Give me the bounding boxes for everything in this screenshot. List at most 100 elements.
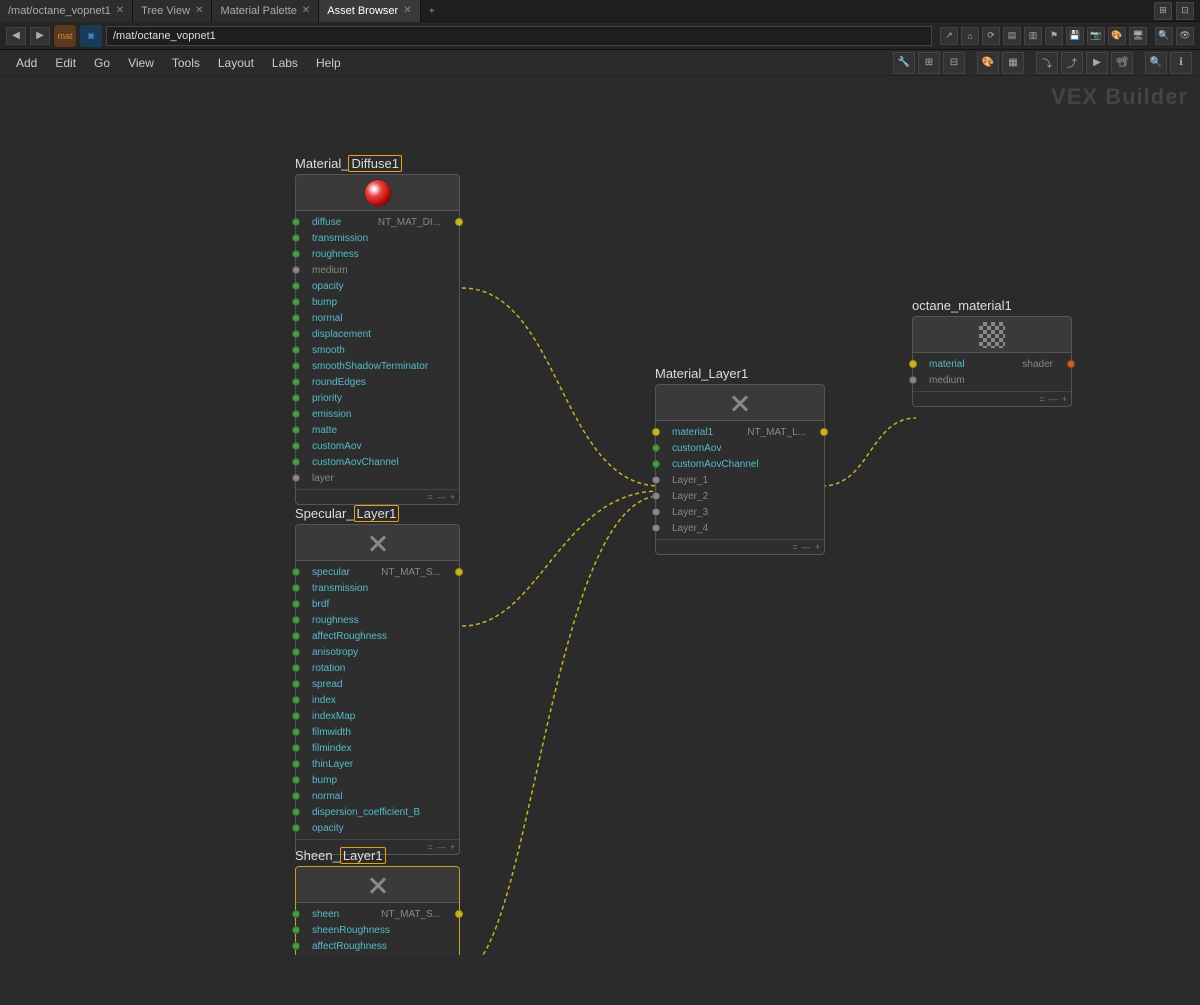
menu-help[interactable]: Help	[308, 54, 349, 72]
tab-treeview[interactable]: Tree View ✕	[133, 0, 212, 22]
display-icon[interactable]: 🖥	[1129, 27, 1147, 45]
port-sheen-affectroughness-left[interactable]	[292, 942, 300, 950]
eye-icon[interactable]: 👁	[1176, 27, 1194, 45]
flag-icon[interactable]: ⚑	[1045, 27, 1063, 45]
menu-add[interactable]: Add	[8, 54, 45, 72]
port-layer2-left[interactable]	[652, 492, 660, 500]
port-roundedges-left[interactable]	[292, 378, 300, 386]
port-spec-transmission-left[interactable]	[292, 584, 300, 592]
tab-vopnet[interactable]: /mat/octane_vopnet1 ✕	[0, 0, 133, 22]
port-om-material-left[interactable]	[909, 360, 917, 368]
port-smooth-left[interactable]	[292, 346, 300, 354]
path-input[interactable]	[106, 26, 932, 46]
search-icon[interactable]: 🔍	[1155, 27, 1173, 45]
port-specular-left[interactable]	[292, 568, 300, 576]
port-ml-customaov-left[interactable]	[652, 444, 660, 452]
menu-go[interactable]: Go	[86, 54, 118, 72]
info-icon[interactable]: ℹ	[1170, 52, 1192, 74]
pin-icon[interactable]: ↗	[940, 27, 958, 45]
menu-view[interactable]: View	[120, 54, 162, 72]
wrench-icon[interactable]: 🔧	[893, 52, 915, 74]
port-customaov-left[interactable]	[292, 442, 300, 450]
network-icon[interactable]: ⊞	[918, 52, 940, 74]
ml-footer-minus[interactable]: —	[802, 542, 811, 552]
tab-add-button[interactable]: +	[421, 5, 443, 17]
tab-materialpalette-close[interactable]: ✕	[302, 5, 310, 16]
port-filmindex-left[interactable]	[292, 744, 300, 752]
port-smoothshadow-left[interactable]	[292, 362, 300, 370]
network-view-icon[interactable]: ⊞	[1154, 2, 1172, 20]
port-sheen-right[interactable]	[455, 910, 463, 918]
menu-labs[interactable]: Labs	[264, 54, 306, 72]
port-emission-left[interactable]	[292, 410, 300, 418]
port-brdf-left[interactable]	[292, 600, 300, 608]
port-layer3-left[interactable]	[652, 508, 660, 516]
port-diffuse-left[interactable]	[292, 218, 300, 226]
port-spread-left[interactable]	[292, 680, 300, 688]
port-layer4-left[interactable]	[652, 524, 660, 532]
spec-footer-plus[interactable]: +	[450, 842, 455, 852]
port-anisotropy-left[interactable]	[292, 648, 300, 656]
footer-eq[interactable]: =	[427, 492, 432, 502]
spec-footer-eq[interactable]: =	[427, 842, 432, 852]
port-spec-opacity-left[interactable]	[292, 824, 300, 832]
port-normal-left[interactable]	[292, 314, 300, 322]
port-sheen-left[interactable]	[292, 910, 300, 918]
grid-icon[interactable]: ▤	[1003, 27, 1021, 45]
spec-footer-minus[interactable]: —	[437, 842, 446, 852]
footer-minus[interactable]: —	[437, 492, 446, 502]
port-opacity-left[interactable]	[292, 282, 300, 290]
snapshot-icon[interactable]: 📷	[1087, 27, 1105, 45]
port-affectroughness-left[interactable]	[292, 632, 300, 640]
back-button[interactable]: ◀	[6, 27, 26, 45]
port-material1-right[interactable]	[820, 428, 828, 436]
tab-materialpalette[interactable]: Material Palette ✕	[212, 0, 319, 22]
port-filmwidth-left[interactable]	[292, 728, 300, 736]
port-transmission-left[interactable]	[292, 234, 300, 242]
port-diffuse-right[interactable]	[455, 218, 463, 226]
menu-layout[interactable]: Layout	[210, 54, 262, 72]
grid2-icon[interactable]: ⊟	[943, 52, 965, 74]
forward-button[interactable]: ▶	[30, 27, 50, 45]
port-specular-right[interactable]	[455, 568, 463, 576]
footer-plus[interactable]: +	[450, 492, 455, 502]
menu-edit[interactable]: Edit	[47, 54, 84, 72]
port-spec-bump-left[interactable]	[292, 776, 300, 784]
port-thinlayer-left[interactable]	[292, 760, 300, 768]
search2-icon[interactable]: 🔍	[1145, 52, 1167, 74]
flipbook-icon[interactable]: 📽	[1111, 52, 1133, 74]
port-layer-left[interactable]	[292, 474, 300, 482]
tab-assetbrowser[interactable]: Asset Browser ✕	[319, 0, 420, 22]
color-palette-icon[interactable]: 🎨	[977, 52, 999, 74]
port-om-medium-left[interactable]	[909, 376, 917, 384]
port-matte-left[interactable]	[292, 426, 300, 434]
port-spec-normal-left[interactable]	[292, 792, 300, 800]
port-rotation-left[interactable]	[292, 664, 300, 672]
port-roughness-left[interactable]	[292, 250, 300, 258]
port-layer1-left[interactable]	[652, 476, 660, 484]
sync-icon[interactable]: ⟳	[982, 27, 1000, 45]
port-index-left[interactable]	[292, 696, 300, 704]
tab-treeview-close[interactable]: ✕	[195, 5, 203, 16]
port-sheenroughness-left[interactable]	[292, 926, 300, 934]
port-priority-left[interactable]	[292, 394, 300, 402]
render-icon[interactable]: ▶	[1086, 52, 1108, 74]
menu-tools[interactable]: Tools	[164, 54, 208, 72]
port-om-shader-right[interactable]	[1067, 360, 1075, 368]
port-ml-customaovchannel-left[interactable]	[652, 460, 660, 468]
port-customaovchannel-left[interactable]	[292, 458, 300, 466]
port-indexmap-left[interactable]	[292, 712, 300, 720]
port-dispersion-left[interactable]	[292, 808, 300, 816]
port-medium-left[interactable]	[292, 266, 300, 274]
tab-assetbrowser-close[interactable]: ✕	[403, 5, 411, 16]
canvas-area[interactable]: VEX Builder Material_Diffuse1 diffuse NT…	[0, 76, 1200, 955]
collapse-icon[interactable]: ⊡	[1176, 2, 1194, 20]
sidebar-icon[interactable]: ▦	[1002, 52, 1024, 74]
port-material1-left[interactable]	[652, 428, 660, 436]
om-footer-plus[interactable]: +	[1062, 394, 1067, 404]
tab-vopnet-close[interactable]: ✕	[116, 5, 124, 16]
port-displacement-left[interactable]	[292, 330, 300, 338]
save-icon[interactable]: 💾	[1066, 27, 1084, 45]
om-footer-minus[interactable]: —	[1049, 394, 1058, 404]
port-spec-roughness-left[interactable]	[292, 616, 300, 624]
